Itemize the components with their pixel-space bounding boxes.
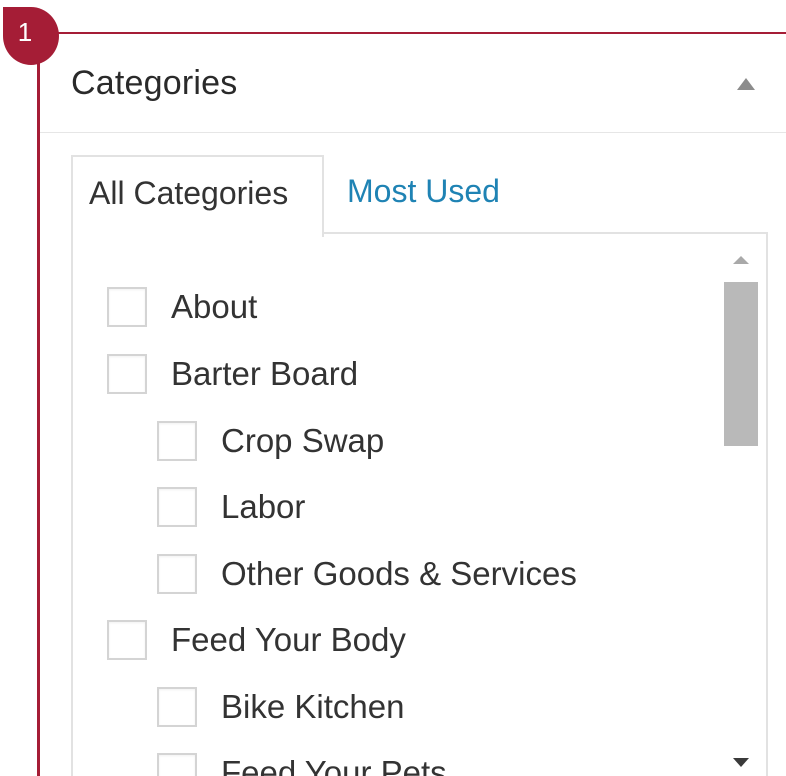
category-item-about[interactable]: About xyxy=(107,285,257,329)
callout-line-vertical xyxy=(37,30,40,776)
category-label: Other Goods & Services xyxy=(221,555,577,592)
category-label: Bike Kitchen xyxy=(221,688,405,725)
category-label: Labor xyxy=(221,488,306,525)
triangle-up-icon[interactable] xyxy=(737,78,755,90)
category-item-other-goods-services[interactable]: Other Goods & Services xyxy=(157,552,577,596)
category-checkbox[interactable] xyxy=(107,287,147,327)
tab-all-categories[interactable]: All Categories xyxy=(71,155,324,237)
screenshot-stage: 1 Categories All Categories Most Used Ab… xyxy=(0,0,786,776)
category-label: Barter Board xyxy=(171,355,359,392)
category-checkbox[interactable] xyxy=(157,687,197,727)
tab-all-categories-label: All Categories xyxy=(89,175,289,211)
category-label: Feed Your Body xyxy=(171,621,406,658)
category-label: Crop Swap xyxy=(221,422,385,459)
category-item-bike-kitchen[interactable]: Bike Kitchen xyxy=(157,685,404,729)
category-checkbox[interactable] xyxy=(157,554,197,594)
category-item-barter-board[interactable]: Barter Board xyxy=(107,352,358,396)
postbox-title: Categories xyxy=(71,64,238,102)
scroll-down-arrow-icon[interactable] xyxy=(733,758,749,767)
tab-most-used[interactable]: Most Used xyxy=(347,173,500,210)
category-checkbox[interactable] xyxy=(157,753,197,776)
category-label: About xyxy=(171,288,258,325)
category-checkbox[interactable] xyxy=(157,487,197,527)
category-item-feed-your-pets[interactable]: Feed Your Pets xyxy=(157,751,447,776)
category-item-feed-your-body[interactable]: Feed Your Body xyxy=(107,618,406,662)
category-item-labor[interactable]: Labor xyxy=(157,485,305,529)
scroll-up-arrow-icon[interactable] xyxy=(733,256,749,264)
category-label: Feed Your Pets xyxy=(221,754,447,776)
category-checklist-panel: About Barter Board Crop Swap Labor Other… xyxy=(71,232,768,776)
category-item-crop-swap[interactable]: Crop Swap xyxy=(157,419,384,463)
categories-postbox-header: Categories xyxy=(40,34,786,133)
scrollbar-thumb[interactable] xyxy=(724,282,758,446)
callout-number: 1 xyxy=(17,17,33,47)
category-checkbox[interactable] xyxy=(107,620,147,660)
category-checkbox[interactable] xyxy=(107,354,147,394)
category-checkbox[interactable] xyxy=(157,421,197,461)
